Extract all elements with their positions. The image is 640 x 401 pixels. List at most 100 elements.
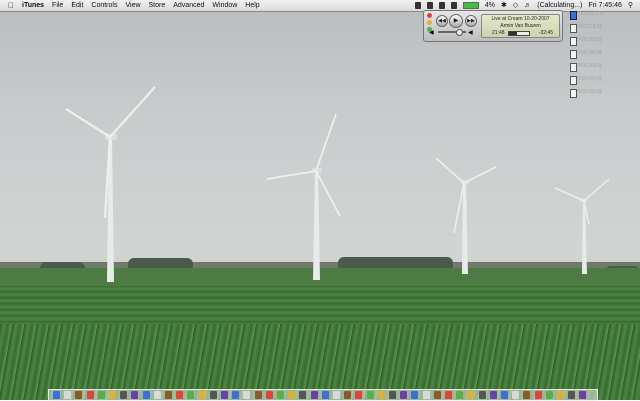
menu-view[interactable]: View — [121, 0, 144, 11]
dock-app-icon[interactable] — [433, 391, 441, 399]
desktop-icon[interactable]: Picture 3.png — [570, 49, 636, 62]
dock-app-icon[interactable] — [321, 391, 329, 399]
dock-app-icon[interactable] — [333, 391, 340, 399]
app-menu[interactable]: iTunes — [18, 0, 48, 11]
dock-app-icon[interactable] — [422, 391, 430, 399]
dock-app-icon[interactable] — [176, 391, 184, 399]
wind-turbine — [65, 86, 156, 282]
dock-app-icon[interactable] — [366, 391, 374, 399]
dock-app-icon[interactable] — [377, 391, 385, 399]
dock-app-icon[interactable] — [456, 391, 464, 399]
dock-app-icon[interactable] — [467, 391, 475, 399]
elapsed-time: 21:48 — [492, 30, 505, 36]
document-icon — [570, 37, 577, 46]
dock-app-icon[interactable] — [75, 391, 83, 399]
menu-extra-icon[interactable] — [426, 2, 433, 9]
track-display: Live at Cream 10-20-2007 Armin Van Buure… — [481, 14, 560, 38]
dock-app-icon[interactable] — [501, 391, 508, 399]
dock-app-icon[interactable] — [131, 391, 139, 399]
dock-app-icon[interactable] — [120, 391, 128, 399]
document-icon — [570, 63, 577, 72]
menu-store[interactable]: Store — [145, 0, 170, 11]
cpu-meter-icon[interactable] — [462, 2, 479, 9]
menu-extra-icon[interactable] — [414, 2, 421, 9]
menu-extra-icon[interactable] — [438, 2, 445, 9]
desktop-icon[interactable]: Picture 1.png — [570, 23, 636, 36]
menu-help[interactable]: Help — [241, 0, 263, 11]
dock-app-icon[interactable] — [221, 391, 228, 399]
desktop — [0, 0, 640, 400]
document-icon — [570, 89, 577, 98]
progress-bar[interactable] — [508, 31, 530, 36]
dock-app-icon[interactable] — [400, 391, 408, 399]
apple-menu-icon[interactable]:  — [4, 0, 18, 11]
dock-app-icon[interactable] — [534, 391, 542, 399]
dock-app-icon[interactable] — [389, 391, 396, 399]
dock-app-icon[interactable] — [254, 391, 262, 399]
dock-app-icon[interactable] — [288, 391, 296, 399]
minimize-icon[interactable] — [427, 20, 432, 25]
wind-turbine — [435, 158, 497, 274]
menu-controls[interactable]: Controls — [87, 0, 121, 11]
desktop-icon-label: Macintosh HD — [578, 10, 604, 15]
desktop-icons: Macintosh HD Picture 1.png Picture 2.png Pi… — [570, 10, 636, 101]
document-icon — [570, 50, 577, 59]
dock-app-icon[interactable] — [445, 391, 452, 399]
volume-low-icon: ◀ — [429, 30, 434, 36]
dock-app-icon[interactable] — [209, 391, 217, 399]
dock-app-icon[interactable] — [478, 391, 486, 399]
previous-track-button[interactable]: ◀◀ — [436, 15, 448, 27]
menu-file[interactable]: File — [48, 0, 67, 11]
dock-app-icon[interactable] — [232, 391, 240, 399]
desktop-icon[interactable]: Macintosh HD — [570, 10, 636, 23]
dock-app-icon[interactable] — [187, 391, 195, 399]
dock-app-icon[interactable] — [512, 391, 520, 399]
dock-app-icon[interactable] — [243, 391, 251, 399]
dock — [48, 389, 598, 401]
close-icon[interactable] — [427, 13, 432, 18]
dock-app-icon[interactable] — [64, 391, 72, 399]
dock-app-icon[interactable] — [523, 391, 531, 399]
desktop-icon-label: Picture 1.png — [578, 23, 602, 28]
dock-app-icon[interactable] — [265, 391, 273, 399]
menu-extra-icon[interactable] — [450, 2, 457, 9]
dock-app-icon[interactable] — [579, 391, 587, 399]
dock-app-icon[interactable] — [299, 391, 307, 399]
dock-app-icon[interactable] — [411, 391, 419, 399]
desktop-icon[interactable]: Picture 4.png — [570, 62, 636, 75]
dock-app-icon[interactable] — [165, 391, 172, 399]
dock-app-icon[interactable] — [545, 391, 553, 399]
dock-app-icon[interactable] — [310, 391, 318, 399]
play-button[interactable]: ▶ — [449, 14, 463, 28]
menu-edit[interactable]: Edit — [67, 0, 87, 11]
dock-app-icon[interactable] — [153, 391, 161, 399]
dock-app-icon[interactable] — [568, 391, 576, 399]
dock-app-icon[interactable] — [109, 391, 116, 399]
volume-knob[interactable] — [456, 29, 463, 36]
dock-app-icon[interactable] — [142, 391, 150, 399]
dock-app-icon[interactable] — [86, 391, 94, 399]
remaining-time: -32:45 — [538, 30, 553, 36]
dock-app-icon[interactable] — [277, 391, 284, 399]
crop-field — [0, 286, 640, 326]
itunes-mini-player[interactable]: ◀◀ ▶ ▶▶ ◀ ◀ Live at Cream 10-20-2007 Arm… — [423, 10, 563, 42]
track-artist: Armin Van Buuren — [500, 23, 541, 29]
desktop-icon[interactable]: Picture 2.png — [570, 36, 636, 49]
dock-app-icon[interactable] — [198, 391, 206, 399]
desktop-icon-label: Picture 5.png — [578, 75, 602, 80]
progress-fill — [509, 32, 517, 35]
menu-advanced[interactable]: Advanced — [169, 0, 208, 11]
dock-app-icon[interactable] — [355, 391, 363, 399]
dock-app-icon[interactable] — [53, 391, 60, 399]
desktop-icon-label: Picture 3.png — [578, 49, 602, 54]
dock-app-icon[interactable] — [97, 391, 105, 399]
menu-window[interactable]: Window — [208, 0, 241, 11]
desktop-icon[interactable]: Picture 6.png — [570, 88, 636, 101]
volume-slider[interactable] — [438, 29, 466, 36]
desktop-icon[interactable]: Picture 5.png — [570, 75, 636, 88]
dock-app-icon[interactable] — [557, 391, 564, 399]
dock-app-icon[interactable] — [489, 391, 497, 399]
dock-app-icon[interactable] — [344, 391, 352, 399]
next-track-button[interactable]: ▶▶ — [465, 15, 477, 27]
desktop-icon-label: Picture 2.png — [578, 36, 602, 41]
